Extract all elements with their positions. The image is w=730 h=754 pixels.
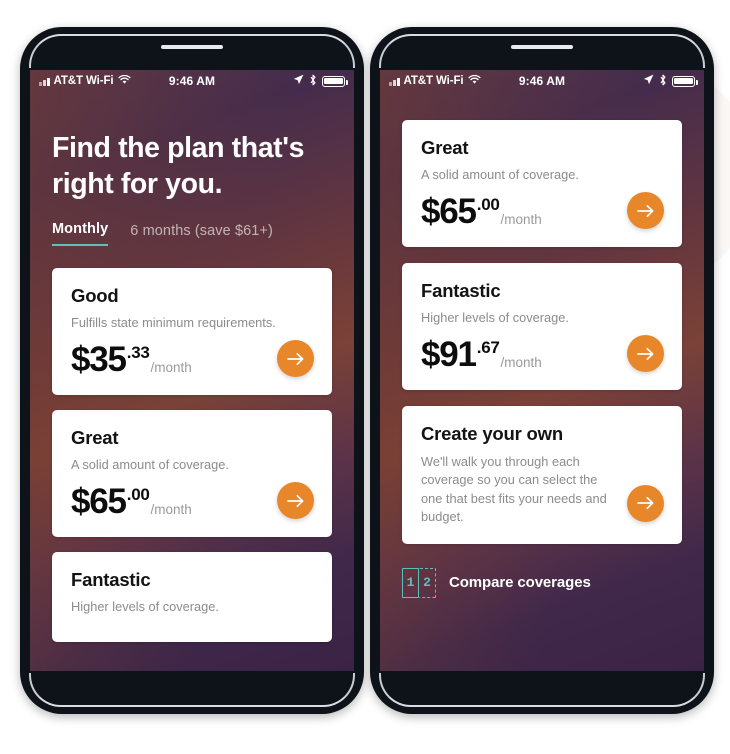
phone-screen-right: AT&T Wi-Fi 9:46 AM Great A solid amount … <box>380 70 704 671</box>
plan-card-great[interactable]: Great A solid amount of coverage. $65 .0… <box>52 410 332 538</box>
arrow-right-icon <box>636 496 655 510</box>
plan-price-period: /month <box>500 212 542 228</box>
plan-price-period: /month <box>150 360 192 376</box>
plan-select-button[interactable] <box>627 192 664 230</box>
plan-price-cents: .00 <box>476 195 500 215</box>
arrow-right-icon <box>636 347 655 361</box>
location-arrow-icon <box>643 74 654 88</box>
arrow-right-icon <box>286 352 305 366</box>
plan-title: Great <box>71 427 119 449</box>
status-bar: AT&T Wi-Fi 9:46 AM <box>30 70 354 92</box>
frame-highlight-bottom <box>379 673 705 707</box>
compare-icon-box-two: 2 <box>419 567 436 598</box>
plan-price-cents: .00 <box>126 485 150 505</box>
bluetooth-icon <box>309 74 317 89</box>
plan-description: A solid amount of coverage. <box>421 167 579 182</box>
headline-line-2: right for you. <box>52 168 223 201</box>
billing-period-tabs: Monthly 6 months (save $61+) <box>52 221 332 246</box>
plan-title: Great <box>421 137 469 158</box>
plan-price-dollars: $35 <box>71 340 127 380</box>
battery-icon <box>322 75 348 87</box>
plan-title: Fantastic <box>71 569 151 591</box>
plan-price-period: /month <box>150 502 192 518</box>
arrow-right-icon <box>636 204 655 218</box>
plan-card-create-your-own[interactable]: Create your own We'll walk you through e… <box>402 406 682 544</box>
plan-card-fantastic[interactable]: Fantastic Higher levels of coverage. <box>52 552 332 643</box>
plan-description: Fulfills state minimum requirements. <box>71 314 276 330</box>
plan-card-list-left: Good Fulfills state minimum requirements… <box>30 246 354 643</box>
frame-highlight-top <box>379 34 705 68</box>
compare-coverages-row[interactable]: 1 2 Compare coverages <box>380 544 704 598</box>
plan-price-cents: .33 <box>126 343 150 363</box>
plan-description: Higher levels of coverage. <box>71 599 219 615</box>
compare-coverages-label: Compare coverages <box>449 574 591 592</box>
frame-highlight-bottom <box>29 673 355 707</box>
tab-six-months[interactable]: 6 months (save $61+) <box>130 223 273 246</box>
plan-select-button[interactable] <box>277 340 314 378</box>
tab-monthly[interactable]: Monthly <box>52 221 109 246</box>
plan-price-period: /month <box>500 355 542 371</box>
plan-price-dollars: $91 <box>421 335 477 375</box>
plan-card-list-right: Great A solid amount of coverage. $65 .0… <box>380 92 704 544</box>
screenshot-stage: AT&T Wi-Fi 9:46 AM Find the plan that's … <box>0 0 730 754</box>
plan-title: Fantastic <box>421 280 501 302</box>
plan-price-cents: .67 <box>476 338 500 358</box>
arrow-right-icon <box>286 494 305 508</box>
compare-pages-icon: 1 2 <box>402 567 436 598</box>
plan-price-dollars: $65 <box>71 482 127 522</box>
plan-select-button[interactable] <box>627 484 664 522</box>
plan-description: We'll walk you through each coverage so … <box>421 454 607 524</box>
frame-highlight-top <box>29 34 355 68</box>
status-bar: AT&T Wi-Fi 9:46 AM <box>380 70 704 92</box>
plan-select-button[interactable] <box>277 482 314 520</box>
plan-description: Higher levels of coverage. <box>421 310 569 326</box>
plan-card-good[interactable]: Good Fulfills state minimum requirements… <box>52 267 332 396</box>
plan-price-dollars: $65 <box>421 192 477 232</box>
bluetooth-icon <box>659 74 667 89</box>
plan-card-great[interactable]: Great A solid amount of coverage. $65 .0… <box>402 120 682 248</box>
page-title: Find the plan that's right for you. <box>52 130 332 203</box>
plan-title: Good <box>71 284 119 306</box>
plan-description: A solid amount of coverage. <box>71 457 229 473</box>
earpiece-speaker <box>511 45 573 49</box>
battery-icon <box>672 75 698 87</box>
phone-mockup-right: AT&T Wi-Fi 9:46 AM Great A solid amount … <box>370 27 714 714</box>
plan-card-fantastic[interactable]: Fantastic Higher levels of coverage. $91… <box>402 263 682 391</box>
compare-icon-box-one: 1 <box>402 567 419 598</box>
location-arrow-icon <box>293 74 304 88</box>
plan-title: Create your own <box>421 423 563 445</box>
phone-screen-left: AT&T Wi-Fi 9:46 AM Find the plan that's … <box>30 70 354 671</box>
phone-mockup-left: AT&T Wi-Fi 9:46 AM Find the plan that's … <box>20 27 364 714</box>
earpiece-speaker <box>161 45 223 49</box>
headline-line-1: Find the plan that's <box>52 132 305 164</box>
hero-section: Find the plan that's right for you. Mont… <box>30 92 354 246</box>
